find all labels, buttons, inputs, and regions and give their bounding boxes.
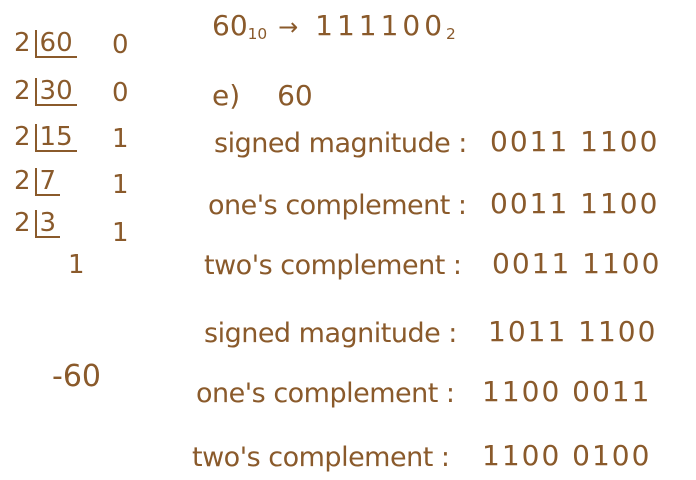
dividend: 3 [34, 210, 61, 238]
division-step: 27 [14, 168, 61, 196]
division-step: 2 15 [14, 124, 77, 152]
arrow-icon: → [278, 13, 299, 41]
remainder: 1 [112, 218, 129, 248]
ones-complement-label: one's complement : [196, 378, 455, 409]
ones-complement-value: 0011 1100 [490, 187, 660, 220]
division-step: 23 [14, 210, 61, 238]
remainder: 0 [112, 30, 129, 60]
part-heading: e) 60 [212, 82, 313, 110]
division-step: 2 60 [14, 30, 77, 58]
decimal-base: 10 [247, 24, 268, 43]
signed-magnitude-value: 0011 1100 [490, 125, 660, 158]
signed-magnitude-label: signed magnitude : [204, 318, 457, 349]
binary-base: 2 [446, 24, 456, 43]
binary-number: 111100 [315, 9, 447, 42]
dividend: 15 [34, 124, 77, 152]
dividend: 60 [34, 30, 77, 58]
twos-complement-label: two's complement : [192, 442, 450, 473]
remainder: 1 [112, 170, 129, 200]
ones-complement-label: one's complement : [208, 190, 467, 221]
dividend: 7 [34, 168, 61, 196]
twos-complement-label: two's complement : [204, 250, 462, 281]
handwritten-note-page: 2 60 0 2 30 0 2 15 1 27 1 23 1 1 6010 → 111… [0, 0, 696, 480]
remainder: 1 [112, 124, 129, 154]
signed-magnitude-value: 1011 1100 [488, 315, 658, 348]
negative-value: -60 [52, 359, 101, 394]
remainder: 0 [112, 78, 129, 108]
ones-complement-value: 1100 0011 [482, 375, 652, 408]
final-quotient: 1 [68, 250, 85, 280]
decimal-number: 60 [212, 9, 248, 42]
twos-complement-value: 0011 1100 [492, 247, 662, 280]
part-label: e) [212, 79, 241, 112]
positive-value: 60 [277, 79, 313, 112]
conversion-line: 6010 → 1111002 [212, 12, 456, 42]
signed-magnitude-label: signed magnitude : [214, 128, 467, 159]
dividend: 30 [34, 78, 77, 106]
division-step: 2 30 [14, 78, 77, 106]
twos-complement-value: 1100 0100 [482, 439, 652, 472]
